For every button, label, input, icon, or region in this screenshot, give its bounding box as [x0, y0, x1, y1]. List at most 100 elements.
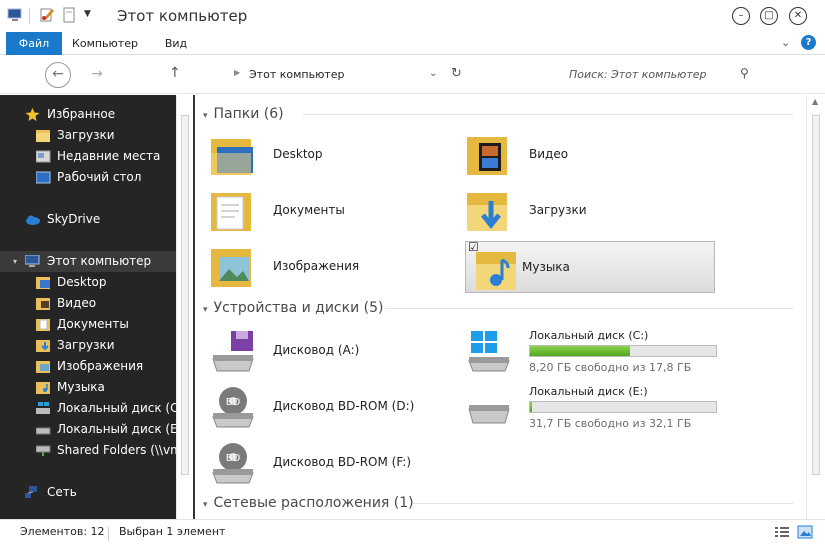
computer-icon[interactable] [7, 7, 23, 23]
back-arrow-icon: ← [52, 66, 64, 82]
nav-item-documents[interactable]: Документы [0, 314, 176, 335]
nav-item-label: Музыка [57, 380, 105, 394]
nav-item-label: Избранное [47, 107, 116, 121]
computer-icon [25, 255, 40, 267]
up-button[interactable]: ↑ [169, 65, 181, 81]
folder-tile-documents[interactable]: Документы [201, 185, 449, 237]
large-icons-view-icon[interactable] [797, 525, 813, 539]
drive-tile-d[interactable]: BD Дисковод BD-ROM (D:) [201, 381, 449, 433]
drive-icon [468, 405, 510, 424]
nav-item-label: Desktop [57, 275, 107, 289]
drive-tile-f[interactable]: BD Дисковод BD-ROM (F:) [201, 437, 449, 489]
forward-button[interactable]: → [91, 66, 103, 82]
drive-usage-fill [530, 346, 631, 356]
folder-tile-video[interactable]: Видео [457, 129, 705, 181]
search-icon[interactable]: ⚲ [740, 66, 749, 80]
nav-item-music[interactable]: Музыка [0, 377, 176, 398]
music-folder-icon [476, 252, 516, 290]
folder-tile-pictures[interactable]: Изображения [201, 241, 449, 293]
group-divider [385, 308, 793, 309]
nav-item-downloads[interactable]: Загрузки [0, 125, 176, 146]
bdrom-drive-icon: BD [212, 387, 254, 428]
network-drive-icon [36, 445, 51, 456]
item-count: Элементов: 12 [20, 525, 105, 538]
properties-icon[interactable] [39, 7, 55, 23]
group-header-devices[interactable]: ▾ Устройства и диски (5) [203, 298, 383, 318]
group-header-folders[interactable]: ▾ Папки (6) [203, 104, 284, 124]
nav-item-label: Локальный диск (C:) [57, 401, 176, 415]
address-dropdown-icon[interactable]: ⌄ [429, 68, 437, 79]
refresh-icon[interactable]: ↻ [451, 66, 462, 81]
desktop-folder-icon [211, 139, 253, 175]
expand-ribbon-icon[interactable]: ⌄ [781, 36, 790, 49]
window-title: Этот компьютер [117, 7, 248, 25]
folder-icon [36, 277, 50, 289]
group-title: Сетевые расположения (1) [213, 495, 414, 511]
tab-file[interactable]: Файл [6, 32, 62, 55]
folder-icon [36, 382, 50, 394]
drive-tile-e[interactable]: Локальный диск (E:) 31,7 ГБ свободно из … [457, 381, 737, 433]
folder-label: Музыка [522, 260, 570, 274]
drive-usage-bar [529, 401, 717, 413]
drive-tile-c[interactable]: Локальный диск (C:) 8,20 ГБ свободно из … [457, 325, 737, 377]
nav-item-favorites[interactable]: Избранное [0, 104, 176, 125]
search-input[interactable]: Поиск: Этот компьютер [569, 68, 707, 81]
folder-tile-downloads[interactable]: Загрузки [457, 185, 705, 237]
nav-item-this-pc[interactable]: ▾ Этот компьютер [0, 251, 176, 272]
collapse-icon: ▾ [203, 111, 208, 121]
navigation-pane: Избранное Загрузки Недавние места Рабочи… [0, 95, 176, 519]
drive-tile-a[interactable]: Дисковод (A:) [201, 325, 449, 377]
scrollbar-thumb[interactable] [812, 115, 820, 475]
ribbon-tabs: Файл Компьютер Вид ⌄ ? [0, 32, 825, 55]
folder-tile-desktop[interactable]: Desktop [201, 129, 449, 181]
tab-computer[interactable]: Компьютер [66, 32, 144, 55]
minimize-button[interactable]: – [732, 7, 750, 25]
nav-item-shared-folders[interactable]: Shared Folders (\\vmw [0, 440, 176, 461]
folder-icon [36, 340, 50, 352]
folder-icon [36, 298, 50, 310]
nav-item-label: Изображения [57, 359, 144, 373]
nav-item-pictures[interactable]: Изображения [0, 356, 176, 377]
drive-usage-bar [529, 345, 717, 357]
nav-item-desktop-folder[interactable]: Desktop [0, 272, 176, 293]
drive-icon [36, 427, 51, 435]
content-scrollbar[interactable]: ▲ [806, 95, 825, 519]
folder-tile-music[interactable]: ☑ Музыка [465, 240, 715, 293]
address-path[interactable]: Этот компьютер [249, 68, 345, 81]
windows-drive-icon [36, 402, 50, 414]
help-icon[interactable]: ? [801, 35, 816, 50]
customize-toolbar-icon[interactable]: ▼ [84, 9, 100, 25]
nav-item-desktop[interactable]: Рабочий стол [0, 167, 176, 188]
separator [108, 527, 109, 541]
checkbox-checked-icon[interactable]: ☑ [468, 240, 479, 254]
scroll-up-icon[interactable]: ▲ [812, 97, 818, 106]
floppy-drive-icon [212, 331, 254, 372]
folder-icon [36, 361, 50, 373]
new-folder-icon[interactable] [61, 7, 77, 23]
nav-item-label: Рабочий стол [57, 170, 142, 184]
group-header-network[interactable]: ▾ Сетевые расположения (1) [203, 493, 414, 513]
breadcrumb-chevron-icon[interactable]: ▶ [234, 68, 240, 77]
scrollbar-thumb[interactable] [181, 115, 189, 475]
nav-item-downloads-folder[interactable]: Загрузки [0, 335, 176, 356]
title-bar: ▼ Этот компьютер – □ ✕ [0, 0, 825, 32]
star-icon [25, 108, 40, 121]
back-button[interactable]: ← [45, 62, 71, 88]
nav-item-drive-e[interactable]: Локальный диск (E:) [0, 419, 176, 440]
nav-item-network[interactable]: Сеть [0, 482, 176, 503]
up-arrow-icon: ↑ [169, 65, 181, 81]
nav-item-drive-c[interactable]: Локальный диск (C:) [0, 398, 176, 419]
tab-view[interactable]: Вид [154, 32, 198, 55]
close-icon: ✕ [793, 10, 803, 21]
nav-item-recent-places[interactable]: Недавние места [0, 146, 176, 167]
collapse-icon[interactable]: ▾ [13, 251, 17, 272]
folder-label: Изображения [273, 259, 360, 273]
details-view-icon[interactable] [774, 525, 790, 539]
drive-label: Дисковод BD-ROM (F:) [273, 455, 412, 469]
maximize-button[interactable]: □ [760, 7, 778, 25]
navigation-scrollbar[interactable] [176, 95, 193, 519]
close-button[interactable]: ✕ [789, 7, 807, 25]
nav-item-video[interactable]: Видео [0, 293, 176, 314]
folder-label: Desktop [273, 147, 323, 161]
nav-item-skydrive[interactable]: SkyDrive [0, 209, 176, 230]
